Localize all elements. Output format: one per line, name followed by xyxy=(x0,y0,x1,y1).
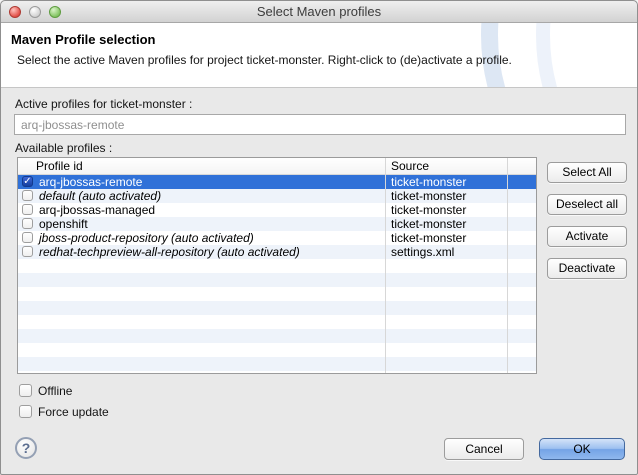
offline-label: Offline xyxy=(38,384,72,398)
table-action-buttons: Select All Deselect all Activate Deactivate xyxy=(547,162,627,279)
force-update-checkbox[interactable] xyxy=(19,405,32,418)
source-cell: ticket-monster xyxy=(391,231,466,245)
row-checkbox-checked[interactable]: ✓ xyxy=(22,176,33,187)
row-checkbox-unchecked[interactable] xyxy=(22,190,33,201)
table-row-arq-jbossas-remote[interactable]: ✓ arq-jbossas-remote ticket-monster xyxy=(18,175,536,189)
profile-id-cell[interactable]: redhat-techpreview-all-repository (auto … xyxy=(39,245,300,259)
ok-button[interactable]: OK xyxy=(539,438,625,460)
row-checkbox-unchecked[interactable] xyxy=(22,246,33,257)
dialog-header-banner: Maven Profile selection Select the activ… xyxy=(1,23,637,88)
profile-id-cell[interactable]: default (auto activated) xyxy=(39,189,161,203)
dialog-description: Select the active Maven profiles for pro… xyxy=(17,53,512,67)
banner-swoosh-decoration xyxy=(536,23,637,88)
source-cell: ticket-monster xyxy=(391,203,466,217)
table-row-default (auto activated)[interactable]: default (auto activated) ticket-monster xyxy=(18,189,536,203)
deselect-all-button[interactable]: Deselect all xyxy=(547,194,627,215)
row-checkbox-unchecked[interactable] xyxy=(22,204,33,215)
select-all-button[interactable]: Select All xyxy=(547,162,627,183)
profile-id-cell[interactable]: arq-jbossas-remote xyxy=(39,175,142,189)
source-cell: ticket-monster xyxy=(391,217,466,231)
table-row-redhat-techpreview-all-repository (auto activated)[interactable]: redhat-techpreview-all-repository (auto … xyxy=(18,245,536,259)
profile-id-cell[interactable]: jboss-product-repository (auto activated… xyxy=(39,231,254,245)
table-row-openshift[interactable]: openshift ticket-monster xyxy=(18,217,536,231)
force-update-label: Force update xyxy=(38,405,109,419)
active-profiles-label: Active profiles for ticket-monster : xyxy=(15,97,192,111)
table-body[interactable]: ✓arq-jbossas-remoteticket-monsterdefault… xyxy=(18,175,536,373)
dialog-heading: Maven Profile selection xyxy=(11,32,156,47)
row-checkbox-unchecked[interactable] xyxy=(22,232,33,243)
title-bar[interactable]: Select Maven profiles xyxy=(1,1,637,23)
dialog-window: Select Maven profiles Maven Profile sele… xyxy=(0,0,638,475)
column-divider xyxy=(507,158,508,373)
help-button[interactable]: ? xyxy=(15,437,37,459)
source-cell: ticket-monster xyxy=(391,189,466,203)
profiles-table[interactable]: Profile id Source ✓ arq-jbossas-remote tic… xyxy=(17,157,537,374)
active-profiles-input[interactable] xyxy=(14,114,626,135)
activate-button[interactable]: Activate xyxy=(547,226,627,247)
deactivate-button[interactable]: Deactivate xyxy=(547,258,627,279)
column-header-source[interactable]: Source xyxy=(391,159,429,173)
source-cell: ticket-monster xyxy=(391,175,466,189)
column-header-profile-id[interactable]: Profile id xyxy=(36,159,83,173)
offline-checkbox[interactable] xyxy=(19,384,32,397)
table-row-jboss-product-repository (auto activated)[interactable]: jboss-product-repository (auto activated… xyxy=(18,231,536,245)
available-profiles-label: Available profiles : xyxy=(15,141,112,155)
table-row-arq-jbossas-managed[interactable]: arq-jbossas-managed ticket-monster xyxy=(18,203,536,217)
profile-id-cell[interactable]: openshift xyxy=(39,217,88,231)
source-cell: settings.xml xyxy=(391,245,454,259)
table-header-row[interactable]: Profile id Source xyxy=(18,158,536,175)
column-divider xyxy=(385,158,386,373)
profile-id-cell[interactable]: arq-jbossas-managed xyxy=(39,203,155,217)
row-checkbox-unchecked[interactable] xyxy=(22,218,33,229)
cancel-button[interactable]: Cancel xyxy=(444,438,524,460)
window-title: Select Maven profiles xyxy=(1,4,637,19)
